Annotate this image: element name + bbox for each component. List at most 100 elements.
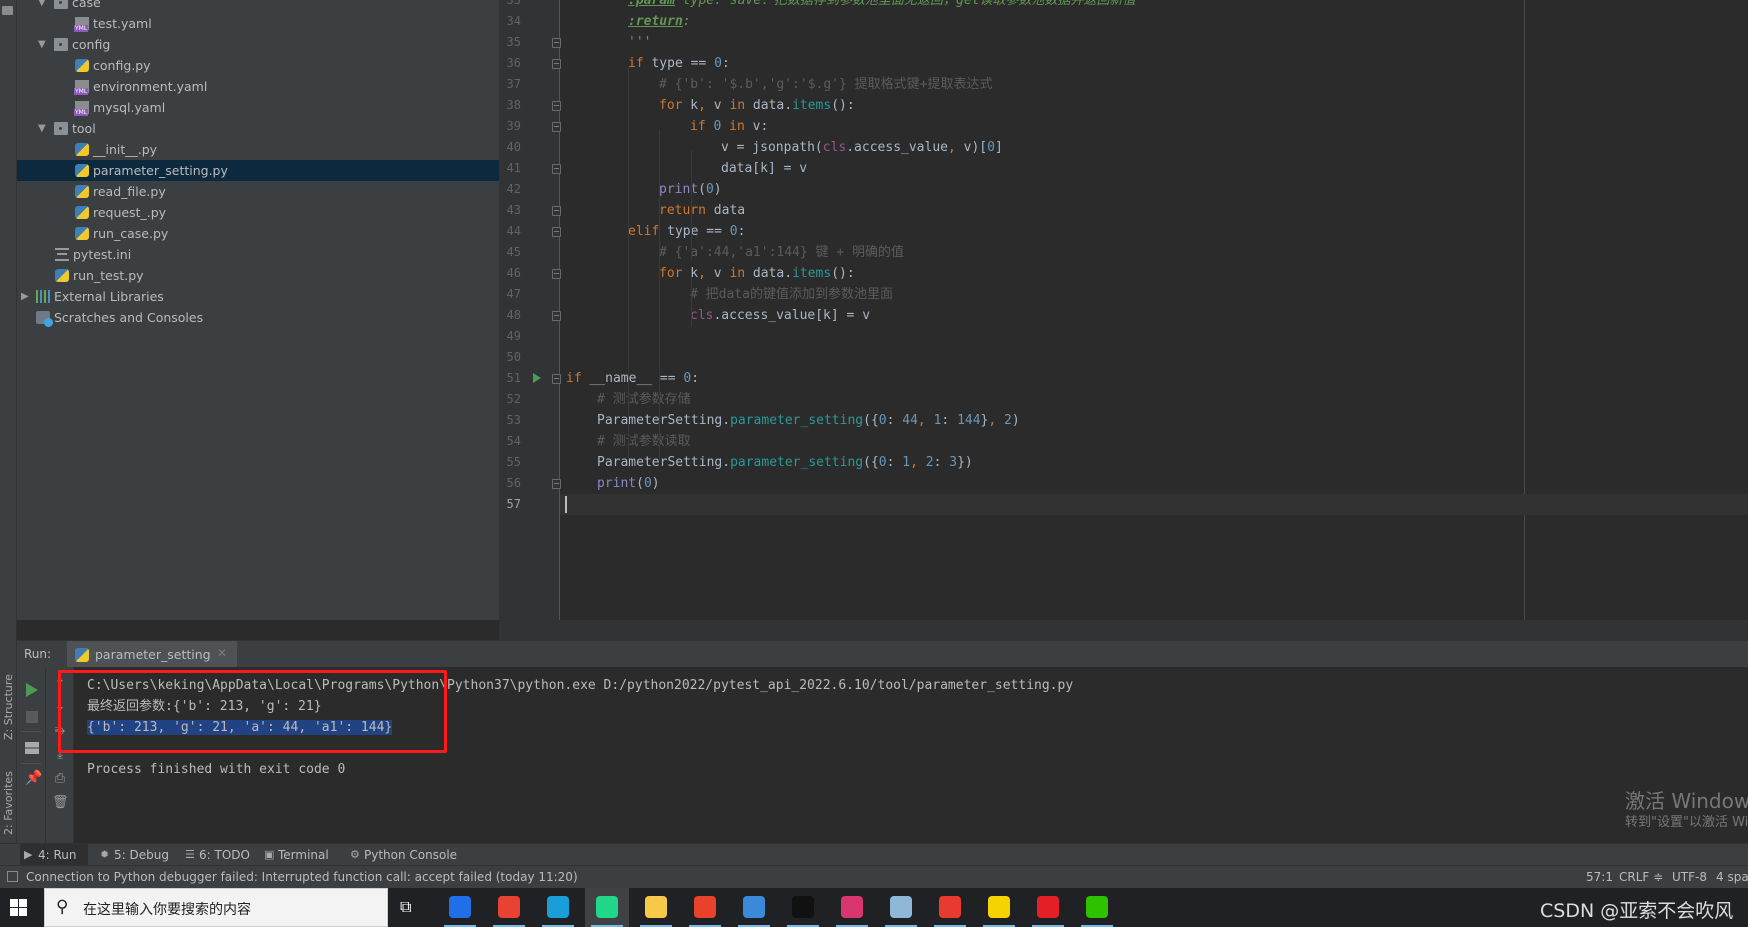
code-line[interactable]: 34:return: bbox=[499, 11, 1748, 32]
tool-tab-debug[interactable]: ✹ 5: Debug bbox=[96, 844, 174, 866]
down-arrow-icon[interactable]: ⌄ bbox=[52, 699, 68, 714]
taskbar-app-wechat[interactable] bbox=[1075, 888, 1119, 927]
tree-item[interactable]: read_file.py bbox=[17, 181, 499, 202]
tree-item[interactable]: config.py bbox=[17, 55, 499, 76]
code-line[interactable]: 45 # {'a':44,'a1':144} 键 + 明确的值 bbox=[499, 242, 1748, 263]
chevron-right-icon[interactable]: ▶ bbox=[21, 286, 31, 307]
code-line[interactable]: 57 bbox=[499, 494, 1748, 515]
line-ending-selector[interactable]: CRLF ≑ bbox=[1619, 870, 1663, 884]
taskbar-app-pen[interactable] bbox=[830, 888, 874, 927]
fold-marker-icon[interactable] bbox=[552, 479, 561, 489]
run-gutter-icon[interactable] bbox=[533, 373, 541, 383]
taskbar-app-chrome[interactable] bbox=[487, 888, 531, 927]
code-line[interactable]: 38 for k, v in data.items(): bbox=[499, 95, 1748, 116]
taskbar-app-qqmusic[interactable] bbox=[977, 888, 1021, 927]
tree-item[interactable]: ▶ External Libraries bbox=[17, 286, 499, 307]
indent-selector[interactable]: 4 spaces bbox=[1716, 870, 1748, 884]
print-icon[interactable]: ⎙ bbox=[52, 771, 68, 786]
status-message[interactable]: Connection to Python debugger failed: In… bbox=[26, 870, 578, 884]
rerun-icon[interactable] bbox=[26, 683, 38, 697]
taskbar-app-pycharm[interactable] bbox=[585, 888, 629, 927]
fold-marker-icon[interactable] bbox=[552, 374, 561, 384]
code-editor[interactable]: 33:param type: save：把数据存到参数池里面无返回，get读取参… bbox=[499, 0, 1748, 620]
code-line[interactable]: 43 return data bbox=[499, 200, 1748, 221]
status-toggle-icon[interactable] bbox=[7, 871, 18, 882]
chevron-down-icon[interactable]: ▼ bbox=[38, 0, 48, 13]
code-line[interactable]: 48 cls.access_value[k] = v bbox=[499, 305, 1748, 326]
taskbar-app-cmd[interactable] bbox=[781, 888, 825, 927]
fold-marker-icon[interactable] bbox=[552, 38, 561, 48]
fold-marker-icon[interactable] bbox=[552, 269, 561, 279]
tree-item[interactable]: ▼ case bbox=[17, 0, 499, 13]
windows-start-icon[interactable] bbox=[10, 899, 27, 916]
trash-icon[interactable]: 🗑 bbox=[52, 795, 69, 810]
pin-icon[interactable]: 📌 bbox=[25, 770, 42, 786]
code-line[interactable]: 47 # 把data的键值添加到参数池里面 bbox=[499, 284, 1748, 305]
code-line[interactable]: 33:param type: save：把数据存到参数池里面无返回，get读取参… bbox=[499, 0, 1748, 11]
chevron-down-icon[interactable]: ▼ bbox=[38, 34, 48, 55]
code-line[interactable]: 56 print(0) bbox=[499, 473, 1748, 494]
fold-marker-icon[interactable] bbox=[552, 206, 561, 216]
taskbar-app-anaconda[interactable] bbox=[732, 888, 776, 927]
fold-marker-icon[interactable] bbox=[552, 227, 561, 237]
editor-horizontal-scroll[interactable] bbox=[499, 620, 1748, 640]
code-line[interactable]: 37 # {'b': '$.b','g':'$.g'} 提取格式键+提取表达式 bbox=[499, 74, 1748, 95]
taskbar-app-youdao[interactable] bbox=[1026, 888, 1070, 927]
code-line[interactable]: 53 ParameterSetting.parameter_setting({0:… bbox=[499, 410, 1748, 431]
code-line[interactable]: 44 elif type == 0: bbox=[499, 221, 1748, 242]
tree-item[interactable]: request_.py bbox=[17, 202, 499, 223]
chevron-down-icon[interactable]: ▼ bbox=[38, 118, 48, 139]
code-line[interactable]: 49 bbox=[499, 326, 1748, 347]
code-line[interactable]: 55 ParameterSetting.parameter_setting({0:… bbox=[499, 452, 1748, 473]
code-line[interactable]: 41 data[k] = v bbox=[499, 158, 1748, 179]
taskbar-search-input[interactable]: ⚲ 在这里输入你要搜索的内容 bbox=[44, 888, 388, 927]
tool-tab-pythonconsole[interactable]: ⚙ Python Console bbox=[346, 844, 457, 866]
taskbar-app-edge[interactable] bbox=[536, 888, 580, 927]
taskbar-app-notepad[interactable] bbox=[879, 888, 923, 927]
tree-item[interactable]: parameter_setting.py bbox=[17, 160, 499, 181]
taskbar-app-feishu[interactable] bbox=[438, 888, 482, 927]
run-tab-parameter-setting[interactable]: parameter_setting ✕ bbox=[67, 641, 237, 668]
code-line[interactable]: 36 if type == 0: bbox=[499, 53, 1748, 74]
favorites-side-tab[interactable]: 2: Favorites bbox=[0, 750, 17, 835]
code-line[interactable]: 35 ''' bbox=[499, 32, 1748, 53]
taskbar-app-wps[interactable] bbox=[928, 888, 972, 927]
tree-item[interactable]: test.yaml bbox=[17, 13, 499, 34]
close-icon[interactable]: ✕ bbox=[217, 646, 227, 660]
code-line[interactable]: 42 print(0) bbox=[499, 179, 1748, 200]
tree-item[interactable]: mysql.yaml bbox=[17, 97, 499, 118]
task-view-icon[interactable]: ⧉ bbox=[400, 897, 420, 917]
fold-marker-icon[interactable] bbox=[552, 311, 561, 321]
code-line[interactable]: 46 for k, v in data.items(): bbox=[499, 263, 1748, 284]
fold-marker-icon[interactable] bbox=[552, 59, 561, 69]
tree-item[interactable]: __init__.py bbox=[17, 139, 499, 160]
tree-item[interactable]: ▼ tool bbox=[17, 118, 499, 139]
tree-item[interactable]: ▼ config bbox=[17, 34, 499, 55]
tool-tab-terminal[interactable]: ▣ Terminal bbox=[260, 844, 338, 866]
fold-marker-icon[interactable] bbox=[552, 164, 561, 174]
taskbar-app-file-explorer[interactable] bbox=[634, 888, 678, 927]
project-icon[interactable] bbox=[2, 6, 13, 15]
encoding-selector[interactable]: UTF-8 bbox=[1672, 870, 1707, 884]
tree-item[interactable]: environment.yaml bbox=[17, 76, 499, 97]
fold-marker-icon[interactable] bbox=[552, 101, 561, 111]
soft-wrap-icon[interactable]: ⥱ bbox=[52, 723, 68, 738]
fold-marker-icon[interactable] bbox=[552, 122, 561, 132]
taskbar-app-xmind[interactable] bbox=[683, 888, 727, 927]
tool-tab-run[interactable]: ▶ 4: Run bbox=[20, 844, 88, 866]
tree-item[interactable]: run_case.py bbox=[17, 223, 499, 244]
code-line[interactable]: 54 # 测试参数读取 bbox=[499, 431, 1748, 452]
tool-tab-todo[interactable]: ☰ 6: TODO bbox=[181, 844, 253, 866]
code-line[interactable]: 51 if __name__ == 0: bbox=[499, 368, 1748, 389]
code-line[interactable]: 40 v = jsonpath(cls.access_value, v)[0] bbox=[499, 137, 1748, 158]
run-console[interactable]: C:\Users\keking\AppData\Local\Programs\P… bbox=[74, 667, 1748, 843]
tree-item[interactable]: pytest.ini bbox=[17, 244, 499, 265]
cursor-position[interactable]: 57:1 bbox=[1586, 870, 1613, 884]
stop-icon[interactable] bbox=[26, 711, 38, 723]
up-arrow-icon[interactable]: ⌃ bbox=[52, 677, 68, 692]
restore-layout-icon[interactable] bbox=[25, 742, 39, 754]
code-line[interactable]: 52 # 测试参数存储 bbox=[499, 389, 1748, 410]
scroll-to-end-icon[interactable]: ⤓ bbox=[52, 747, 68, 762]
code-line[interactable]: 39 if 0 in v: bbox=[499, 116, 1748, 137]
structure-side-tab[interactable]: Z: Structure bbox=[0, 650, 17, 740]
